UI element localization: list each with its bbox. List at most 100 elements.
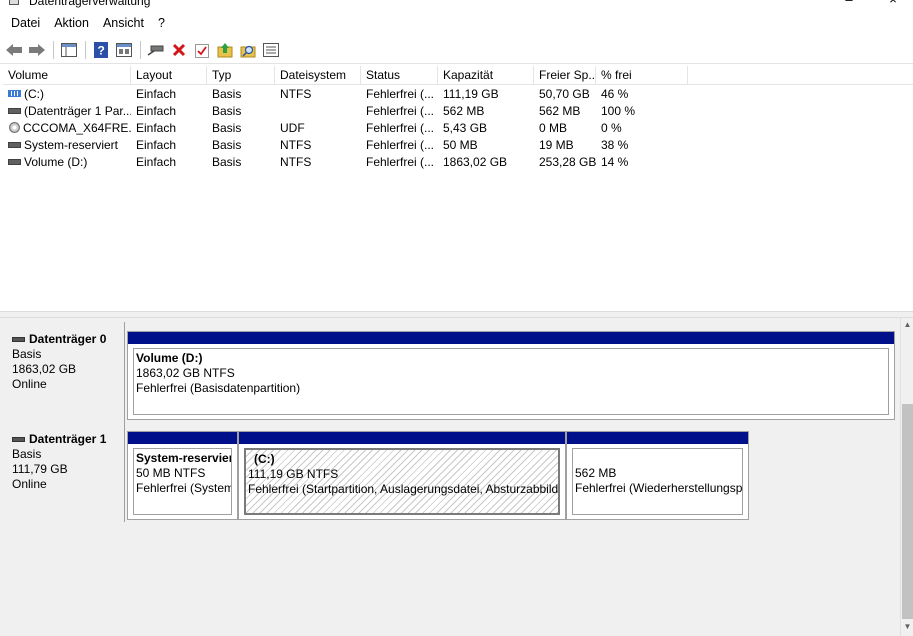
disk-size: 111,79 GB [12, 462, 68, 476]
toolbar: ? [0, 36, 913, 64]
menu-aktion[interactable]: Aktion [47, 13, 96, 33]
cell-text: (Datenträger 1 Par... [24, 104, 131, 118]
connect-drive-icon[interactable] [146, 40, 166, 60]
partition-title: System-reservier [136, 451, 232, 465]
column-header-dateisystem[interactable]: Dateisystem [275, 66, 361, 85]
cell-text: Basis [212, 87, 242, 101]
disk-graphic-view: Datenträger 0 Basis 1863,02 GB Online Vo… [0, 318, 900, 636]
table-row[interactable]: Volume (D:) Einfach Basis NTFS Fehlerfrei (.… [3, 154, 688, 171]
cell-volume: (C:) [3, 86, 131, 103]
pane-splitter[interactable] [0, 311, 913, 318]
cell-kapazitaet: 111,19 GB [438, 86, 534, 103]
cell-text: 50,70 GB [539, 87, 590, 101]
column-header-layout[interactable]: Layout [131, 66, 207, 85]
column-header-typ[interactable]: Typ [207, 66, 275, 85]
cell-dateisystem [275, 103, 361, 120]
partition-recovery[interactable]: 562 MB Fehlerfrei (Wiederherstellungsp [566, 431, 749, 520]
cell-volume: CCCOMA_X64FRE... [3, 120, 131, 137]
scroll-down-icon[interactable]: ▼ [901, 620, 913, 634]
cell-freier-speicher: 19 MB [534, 137, 596, 154]
checklist-icon[interactable] [192, 40, 212, 60]
cell-text: Einfach [136, 138, 177, 152]
column-header-prozent-frei[interactable]: % frei [596, 66, 688, 85]
table-row[interactable]: System-reserviert Einfach Basis NTFS Fehlerf… [3, 137, 688, 154]
cell-volume: System-reserviert [3, 137, 131, 154]
partition-header-bar [567, 432, 748, 445]
back-icon[interactable] [4, 40, 24, 60]
cell-prozent-frei: 14 % [596, 154, 688, 171]
disk-row-0: Datenträger 0 Basis 1863,02 GB Online Vo… [3, 322, 898, 422]
forward-icon[interactable] [27, 40, 47, 60]
vertical-scrollbar[interactable]: ▲ ▼ [900, 318, 913, 636]
volume-icon [8, 141, 21, 148]
scrollbar-thumb[interactable] [902, 404, 913, 619]
menu-help[interactable]: ? [151, 13, 172, 33]
minimize-icon[interactable]: – [842, 0, 856, 7]
cell-status: Fehlerfrei (... [361, 154, 438, 171]
cell-typ: Basis [207, 86, 275, 103]
cell-typ: Basis [207, 154, 275, 171]
partition-c[interactable]: (C:) 111,19 GB NTFS Fehlerfrei (Startpar… [238, 431, 566, 520]
disk-name-0: Datenträger 0 [12, 332, 124, 347]
scroll-up-icon[interactable]: ▲ [901, 318, 913, 332]
delete-icon[interactable] [169, 40, 189, 60]
disk-info-1[interactable]: Datenträger 1 Basis 111,79 GB Online [3, 422, 125, 522]
cell-text: Basis [212, 121, 242, 135]
cell-freier-speicher: 0 MB [534, 120, 596, 137]
toolbar-separator [140, 40, 141, 59]
volume-icon [8, 107, 21, 114]
partition-system-reserviert[interactable]: System-reservier 50 MB NTFS Fehlerfrei (… [127, 431, 238, 520]
cell-kapazitaet: 50 MB [438, 137, 534, 154]
properties-icon[interactable] [114, 40, 134, 60]
table-row[interactable]: (C:) Einfach Basis NTFS Fehlerfrei (... 111,1… [3, 86, 688, 103]
cell-text: 5,43 GB [443, 121, 488, 135]
close-icon[interactable]: × [886, 0, 900, 7]
console-tree-icon[interactable] [59, 40, 79, 60]
cell-dateisystem: NTFS [275, 86, 361, 103]
cell-text: 253,28 GB [539, 155, 596, 169]
partition-title [575, 451, 740, 466]
table-row[interactable]: CCCOMA_X64FRE... Einfach Basis UDF Fehlerfre… [3, 120, 688, 137]
table-row[interactable]: (Datenträger 1 Par... Einfach Basis Fehlerf… [3, 103, 688, 120]
partition-status: Fehlerfrei (Startpartition, Auslagerungs… [248, 482, 560, 496]
partition-body: System-reservier 50 MB NTFS Fehlerfrei (… [133, 448, 232, 515]
column-header-status[interactable]: Status [361, 66, 438, 85]
cell-volume: Volume (D:) [3, 154, 131, 171]
cell-text: Einfach [136, 104, 177, 118]
volume-striped-icon [8, 90, 21, 98]
cell-dateisystem: NTFS [275, 137, 361, 154]
cell-text: 50 MB [443, 138, 478, 152]
help-icon[interactable]: ? [91, 40, 111, 60]
volume-list-body: (C:) Einfach Basis NTFS Fehlerfrei (... 111,1… [3, 86, 688, 171]
cell-text: Fehlerfrei (... [366, 104, 435, 118]
menu-ansicht[interactable]: Ansicht [96, 13, 151, 33]
cell-prozent-frei: 46 % [596, 86, 688, 103]
cell-kapazitaet: 5,43 GB [438, 120, 534, 137]
partition-body: (C:) 111,19 GB NTFS Fehlerfrei (Startpar… [244, 448, 560, 515]
cell-layout: Einfach [131, 86, 207, 103]
cell-text: CCCOMA_X64FRE... [23, 121, 131, 135]
column-header-freier-speicher[interactable]: Freier Sp... [534, 66, 596, 85]
cell-text: Basis [212, 138, 242, 152]
cell-text: Einfach [136, 155, 177, 169]
disk-info-0[interactable]: Datenträger 0 Basis 1863,02 GB Online [3, 322, 125, 422]
partition-size-fs: 562 MB [575, 466, 617, 480]
cell-layout: Einfach [131, 137, 207, 154]
menu-datei[interactable]: Datei [4, 13, 47, 33]
cell-text: Fehlerfrei (... [366, 155, 435, 169]
disk-type: Basis [12, 447, 42, 461]
partition-body: 562 MB Fehlerfrei (Wiederherstellungsp [572, 448, 743, 515]
find-icon[interactable] [238, 40, 258, 60]
cell-text: System-reserviert [24, 138, 119, 152]
cell-prozent-frei: 0 % [596, 120, 688, 137]
details-icon[interactable] [261, 40, 281, 60]
cell-kapazitaet: 1863,02 GB [438, 154, 534, 171]
partition-volume-d[interactable]: Volume (D:) 1863,02 GB NTFS Fehlerfrei (… [127, 331, 895, 420]
disk-name-text: Datenträger 1 [29, 432, 107, 446]
up-icon[interactable] [215, 40, 235, 60]
cell-freier-speicher: 50,70 GB [534, 86, 596, 103]
partition-status: Fehlerfrei (Basisdatenpartition) [136, 381, 301, 395]
column-header-volume[interactable]: Volume [3, 66, 131, 85]
cell-text: NTFS [280, 155, 312, 169]
column-header-kapazitaet[interactable]: Kapazität [438, 66, 534, 85]
